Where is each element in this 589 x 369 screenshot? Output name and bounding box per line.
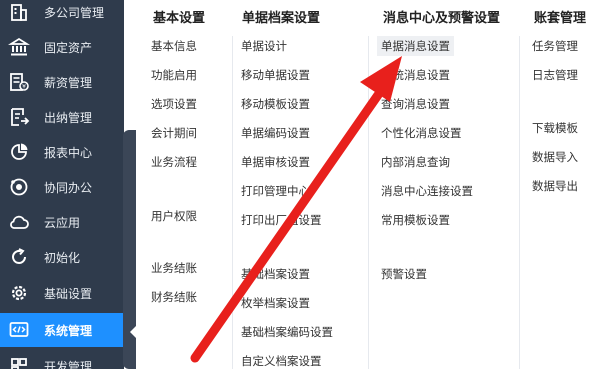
menu-item-download-template[interactable]: 下载模板	[528, 118, 582, 138]
sidebar-item-multi-company[interactable]: 多公司管理	[0, 0, 124, 29]
menu-item-print-center[interactable]: 打印管理中心	[237, 181, 314, 201]
column-title-message-center: 消息中心及预警设置	[383, 11, 501, 26]
sidebar-item-basic-settings[interactable]: 基础设置	[0, 276, 124, 310]
menu-item-accounting-period[interactable]: 会计期间	[147, 123, 201, 143]
sidebar-item-label: 开发管理	[44, 359, 93, 369]
gear-icon	[8, 282, 30, 304]
menu-item-financial-closing[interactable]: 财务结账	[147, 287, 201, 307]
menu-item-task-management[interactable]: 任务管理	[528, 36, 582, 56]
sidebar-item-label: 基础设置	[44, 286, 93, 301]
sidebar-item-label: 固定资产	[44, 40, 93, 55]
bank-icon	[8, 36, 30, 58]
menu-item-mobile-doc-settings[interactable]: 移动单据设置	[237, 65, 314, 85]
menu-item-doc-approval-settings[interactable]: 单据审核设置	[237, 152, 314, 172]
dev-icon	[8, 355, 30, 369]
menu-item-enum-archive-settings[interactable]: 枚举档案设置	[237, 293, 314, 313]
column-title-doc-archive-settings: 单据档案设置	[242, 11, 321, 26]
menu-item-doc-numbering-settings[interactable]: 单据编码设置	[237, 123, 314, 143]
sidebar-item-label: 初始化	[44, 250, 81, 265]
cashier-icon	[8, 106, 30, 128]
menu-item-personalized-message-settings[interactable]: 个性化消息设置	[377, 123, 466, 143]
sidebar-item-label: 云应用	[44, 215, 81, 230]
sidebar-item-label: 出纳管理	[44, 110, 93, 125]
sidebar-item-cashier[interactable]: 出纳管理	[0, 100, 124, 134]
menu-item-common-template-settings[interactable]: 常用模板设置	[377, 210, 454, 230]
menu-item-data-import[interactable]: 数据导入	[528, 147, 582, 167]
sidebar-item-label: 多公司管理	[44, 5, 105, 20]
sidebar-item-label: 报表中心	[44, 145, 93, 160]
menu-item-message-center-connection[interactable]: 消息中心连接设置	[377, 181, 477, 201]
menu-item-basic-info[interactable]: 基本信息	[147, 36, 201, 56]
menu-item-alert-settings[interactable]: 预警设置	[377, 264, 431, 284]
sidebar-item-fixed-assets[interactable]: 固定资产	[0, 30, 124, 64]
menu-item-query-message-settings[interactable]: 查询消息设置	[377, 94, 454, 114]
sidebar-item-label: 系统管理	[44, 323, 93, 338]
building-icon	[8, 1, 30, 23]
menu-item-mobile-template-settings[interactable]: 移动模板设置	[237, 94, 314, 114]
menu-panel: 基本设置 基本信息 功能启用 选项设置 会计期间 业务流程 用户权限 业务结账 …	[137, 0, 589, 369]
menu-item-business-process[interactable]: 业务流程	[147, 152, 201, 172]
sidebar-item-cloud-apps[interactable]: 云应用	[0, 205, 124, 239]
sidebar-item-collaboration[interactable]: 协同办公	[0, 170, 124, 204]
column-divider	[232, 36, 233, 369]
menu-item-base-archive-settings[interactable]: 基础档案设置	[237, 264, 314, 284]
svg-text:¥: ¥	[22, 84, 26, 91]
menu-item-business-closing[interactable]: 业务结账	[147, 258, 201, 278]
collaboration-icon	[8, 176, 30, 198]
column-title-basic-settings: 基本设置	[153, 11, 206, 26]
menu-item-log-management[interactable]: 日志管理	[528, 65, 582, 85]
menu-item-user-permissions[interactable]: 用户权限	[147, 206, 201, 226]
menu-item-doc-design[interactable]: 单据设计	[237, 36, 291, 56]
menu-item-data-export[interactable]: 数据导出	[528, 176, 582, 196]
sidebar-item-payroll[interactable]: ¥ 薪资管理	[0, 65, 124, 99]
active-indicator	[130, 325, 137, 339]
menu-item-internal-message-query[interactable]: 内部消息查询	[377, 152, 454, 172]
menu-item-system-message-settings[interactable]: 系统消息设置	[377, 65, 454, 85]
menu-item-feature-enable[interactable]: 功能启用	[147, 65, 201, 85]
menu-item-custom-archive-settings[interactable]: 自定义档案设置	[237, 351, 326, 369]
pie-chart-icon	[8, 141, 30, 163]
sidebar-item-dev-management[interactable]: 开发管理	[0, 349, 124, 369]
sidebar-item-system-management[interactable]: 系统管理	[0, 313, 124, 347]
column-divider	[368, 36, 369, 369]
menu-item-base-archive-numbering[interactable]: 基础档案编码设置	[237, 322, 337, 342]
sidebar-item-initialize[interactable]: 初始化	[0, 240, 124, 274]
refresh-icon	[8, 246, 30, 268]
column-title-account-management: 账套管理	[534, 11, 587, 26]
sidebar-item-label: 薪资管理	[44, 75, 93, 90]
sidebar: 多公司管理 固定资产 ¥ 薪资管理 出纳管理 报表中心 协同办公 云应用 初始化…	[0, 0, 124, 369]
sidebar-item-label: 协同办公	[44, 180, 93, 195]
app-root: 多公司管理 固定资产 ¥ 薪资管理 出纳管理 报表中心 协同办公 云应用 初始化…	[0, 0, 589, 369]
cloud-icon	[8, 211, 30, 233]
code-icon	[8, 319, 30, 341]
menu-item-options[interactable]: 选项设置	[147, 94, 201, 114]
column-divider	[519, 36, 520, 369]
payroll-icon: ¥	[8, 71, 30, 93]
menu-item-print-defaults[interactable]: 打印出厂值设置	[237, 210, 326, 230]
sidebar-item-reports[interactable]: 报表中心	[0, 135, 124, 169]
menu-item-doc-message-settings[interactable]: 单据消息设置	[377, 36, 454, 56]
